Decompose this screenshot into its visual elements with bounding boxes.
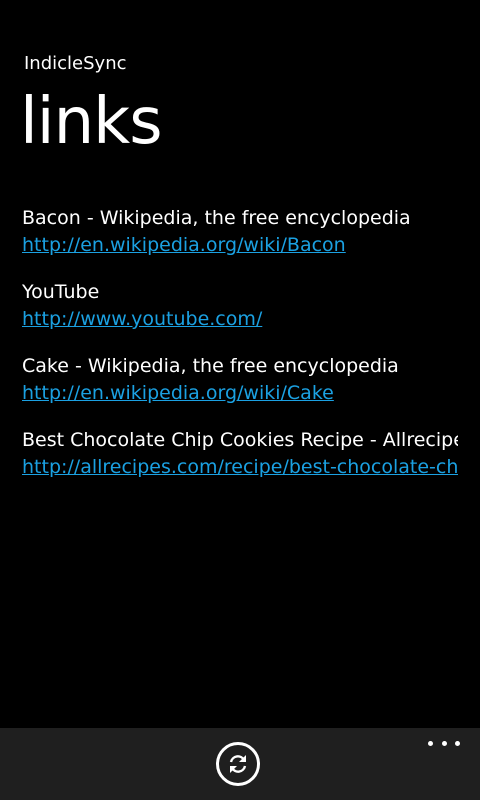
ellipsis-icon (441, 740, 447, 746)
link-title: Best Chocolate Chip Cookies Recipe - All… (22, 429, 458, 451)
list-item[interactable]: YouTube http://www.youtube.com/ (22, 279, 458, 353)
page-title: links (20, 85, 163, 159)
link-title: Bacon - Wikipedia, the free encyclopedia (22, 207, 411, 229)
links-list: Bacon - Wikipedia, the free encyclopedia… (22, 205, 458, 501)
sync-button[interactable] (216, 742, 260, 786)
app-title: IndicleSync (24, 53, 127, 74)
more-button[interactable] (428, 736, 460, 750)
ellipsis-icon (455, 740, 460, 746)
app-bar (0, 728, 480, 800)
link-title: YouTube (22, 281, 100, 303)
link-url[interactable]: http://en.wikipedia.org/wiki/Bacon (22, 231, 458, 259)
ellipsis-icon (428, 740, 433, 746)
list-item[interactable]: Best Chocolate Chip Cookies Recipe - All… (22, 427, 458, 501)
list-item[interactable]: Bacon - Wikipedia, the free encyclopedia… (22, 205, 458, 279)
link-url[interactable]: http://allrecipes.com/recipe/best-chocol… (22, 453, 458, 481)
link-title: Cake - Wikipedia, the free encyclopedia (22, 355, 399, 377)
link-url[interactable]: http://www.youtube.com/ (22, 305, 458, 333)
link-url[interactable]: http://en.wikipedia.org/wiki/Cake (22, 379, 458, 407)
sync-icon (229, 755, 247, 773)
list-item[interactable]: Cake - Wikipedia, the free encyclopedia … (22, 353, 458, 427)
